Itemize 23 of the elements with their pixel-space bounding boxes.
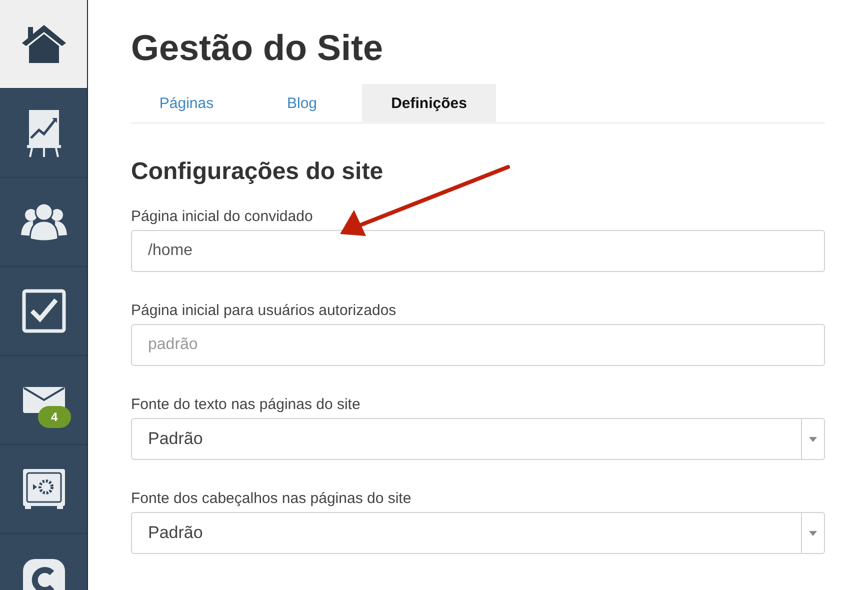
safe-icon [22,468,66,510]
input-field[interactable]: padrão [131,324,825,366]
field-label: Fonte dos cabeçalhos nas páginas do site [131,490,412,507]
field-label: Página inicial do convidado [131,208,313,225]
page-title: Gestão do Site [131,26,384,70]
caret-icon [809,530,817,536]
count-badge: 4 [38,406,71,428]
letter-c-logo-icon [22,558,66,590]
field-label: Página inicial para usuários autorizados [131,302,396,319]
caret-icon [809,436,817,442]
section-title: Configurações do site [131,158,384,186]
field-label: Fonte do texto nas páginas do site [131,396,360,413]
tab[interactable]: Páginas [131,84,242,122]
house-icon [20,23,68,65]
dropdown[interactable]: Padrão [131,512,825,554]
sidebar-item[interactable] [0,0,87,89]
checkbox-icon [22,289,66,333]
dropdown[interactable]: Padrão [131,418,825,460]
chart-easel-icon [26,108,62,158]
users-icon [20,203,66,241]
input-field[interactable]: /home [131,230,825,272]
tab[interactable]: Definições [362,84,496,122]
tab[interactable]: Blog [242,84,362,122]
